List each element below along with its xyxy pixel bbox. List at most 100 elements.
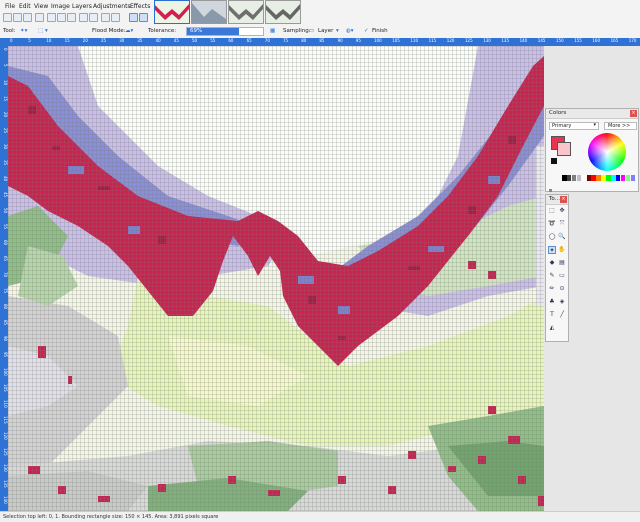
menu-file[interactable]: File — [5, 3, 15, 10]
antialias-icon[interactable]: ▦ — [270, 28, 275, 34]
cut-icon[interactable] — [47, 13, 56, 22]
palette-swatch[interactable] — [630, 175, 636, 181]
rectangle-select-icon[interactable]: ⬚ — [548, 207, 556, 215]
palette-swatch[interactable] — [625, 175, 631, 181]
more-colors-button[interactable]: More >> — [604, 122, 637, 130]
ruler-tick-label: 50 — [3, 208, 8, 214]
palette-swatch[interactable] — [562, 175, 567, 181]
palette-swatch[interactable] — [581, 175, 587, 181]
ellipse-select-icon[interactable]: ◯ — [548, 233, 556, 241]
ruler-tick-label: 45 — [3, 192, 8, 198]
image-thumbnail-4[interactable] — [265, 0, 301, 24]
image-canvas[interactable] — [8, 46, 544, 511]
ruler-tick-label: 15 — [3, 96, 8, 102]
deselect-icon[interactable] — [89, 13, 98, 22]
magic-wand-icon[interactable]: ✦ — [548, 246, 556, 254]
open-file-icon[interactable] — [13, 13, 22, 22]
magic-wand-icon[interactable]: ✦▾ — [20, 28, 27, 34]
sampling-layer-value[interactable]: Layer — [318, 28, 333, 34]
close-icon[interactable]: × — [630, 110, 637, 117]
menu-effects[interactable]: Effects — [130, 3, 150, 10]
finish-check-icon[interactable]: ✓ — [364, 28, 369, 34]
ruler-tick-label: 45 — [173, 38, 179, 43]
image-thumbnail-1[interactable] — [154, 0, 190, 24]
pencil-icon[interactable]: ✏ — [548, 285, 556, 293]
palette-swatch[interactable] — [566, 175, 572, 181]
palette-swatch[interactable] — [606, 175, 611, 181]
sampling-label: Sampling: — [283, 28, 311, 34]
ruler-tick-label: 135 — [501, 38, 510, 43]
palette-swatch[interactable] — [611, 175, 616, 181]
palette-swatch[interactable] — [586, 175, 591, 181]
ruler-tick-label: 70 — [264, 38, 270, 43]
pan-icon[interactable]: ✋ — [558, 246, 566, 254]
ruler-tick-label: 165 — [610, 38, 619, 43]
palette-swatch[interactable] — [591, 175, 596, 181]
palette-swatch[interactable] — [576, 175, 582, 181]
ruler-tick-label: 10 — [3, 80, 8, 86]
menu-adjustments[interactable]: Adjustments — [93, 3, 131, 10]
move-selection-icon[interactable]: ⤧ — [558, 220, 566, 228]
grid-toggle-icon[interactable] — [129, 13, 138, 22]
menu-bar: File Edit View Image Layers Adjustments … — [0, 0, 640, 27]
selection-mode-icon[interactable]: ⬚ ▾ — [38, 28, 48, 34]
ruler-tick-label: 15 — [64, 38, 70, 43]
paintbrush-icon[interactable]: ✎ — [548, 272, 556, 280]
ruler-tick-label: 150 — [556, 38, 564, 43]
menu-layers[interactable]: Layers — [72, 3, 92, 10]
zoom-icon[interactable]: 🔍 — [558, 233, 566, 241]
image-thumbnail-2[interactable] — [191, 0, 227, 24]
menu-edit[interactable]: Edit — [19, 3, 31, 10]
tolerance-value: 69% — [190, 28, 203, 34]
ruler-tick-label: 20 — [82, 38, 88, 43]
new-file-icon[interactable] — [3, 13, 12, 22]
color-wheel[interactable] — [588, 133, 626, 171]
palette-swatch[interactable] — [571, 175, 577, 181]
palette-swatch[interactable] — [601, 175, 606, 181]
swap-colors-icon[interactable] — [551, 158, 557, 164]
close-icon[interactable]: × — [560, 196, 567, 203]
sampling-layer-icon[interactable]: ▭ — [309, 28, 314, 34]
gradient-icon[interactable]: ▤ — [558, 259, 566, 267]
secondary-color-swatch[interactable] — [557, 142, 571, 156]
line-icon[interactable]: ╱ — [558, 311, 566, 319]
move-icon[interactable]: ✥ — [558, 207, 566, 215]
copy-icon[interactable] — [57, 13, 66, 22]
recolor-icon[interactable]: ◈ — [558, 298, 566, 306]
shapes-icon[interactable]: ◭ — [548, 324, 556, 332]
ruler-tick-label: 5 — [28, 38, 31, 43]
pixel-grid-icon[interactable] — [139, 13, 148, 22]
save-icon[interactable] — [23, 13, 32, 22]
palette-swatch[interactable] — [615, 175, 621, 181]
resize-grip-icon — [549, 189, 552, 192]
palette-swatch[interactable] — [596, 175, 601, 181]
ruler-tick-label: 75 — [3, 288, 8, 294]
ruler-tick-label: 80 — [3, 304, 8, 310]
color-picker-icon[interactable]: ⊙ — [558, 285, 566, 293]
ruler-tick-label: 65 — [246, 38, 252, 43]
ruler-tick-label: 90 — [337, 38, 343, 43]
color-mode-select[interactable]: Primary ▾ — [549, 122, 599, 130]
paint-bucket-icon[interactable]: ◆ — [548, 259, 556, 267]
tolerance-slider[interactable]: 69% — [186, 27, 264, 36]
clone-stamp-icon[interactable]: ♣ — [548, 298, 556, 306]
colors-panel-titlebar: Colors × — [546, 109, 638, 119]
finish-button[interactable]: Finish — [372, 28, 388, 34]
lasso-icon[interactable]: ➰ — [548, 220, 556, 228]
crop-icon[interactable] — [79, 13, 88, 22]
palette-swatch[interactable] — [620, 175, 626, 181]
redo-icon[interactable] — [111, 13, 120, 22]
text-icon[interactable]: T — [548, 311, 556, 319]
print-icon[interactable] — [35, 13, 44, 22]
blend-icon[interactable]: ◍▾ — [346, 28, 354, 34]
sampling-dropdown-icon[interactable]: ▾ — [336, 28, 339, 34]
menu-view[interactable]: View — [34, 3, 48, 10]
flood-mode-icon[interactable]: ☁▾ — [125, 28, 133, 34]
image-thumbnail-3[interactable] — [228, 0, 264, 24]
paste-icon[interactable] — [67, 13, 76, 22]
ruler-tick-label: 40 — [3, 176, 8, 182]
ruler-tick-label: 60 — [228, 38, 234, 43]
eraser-icon[interactable]: ▭ — [558, 272, 566, 280]
menu-image[interactable]: Image — [51, 3, 70, 10]
undo-icon[interactable] — [101, 13, 110, 22]
